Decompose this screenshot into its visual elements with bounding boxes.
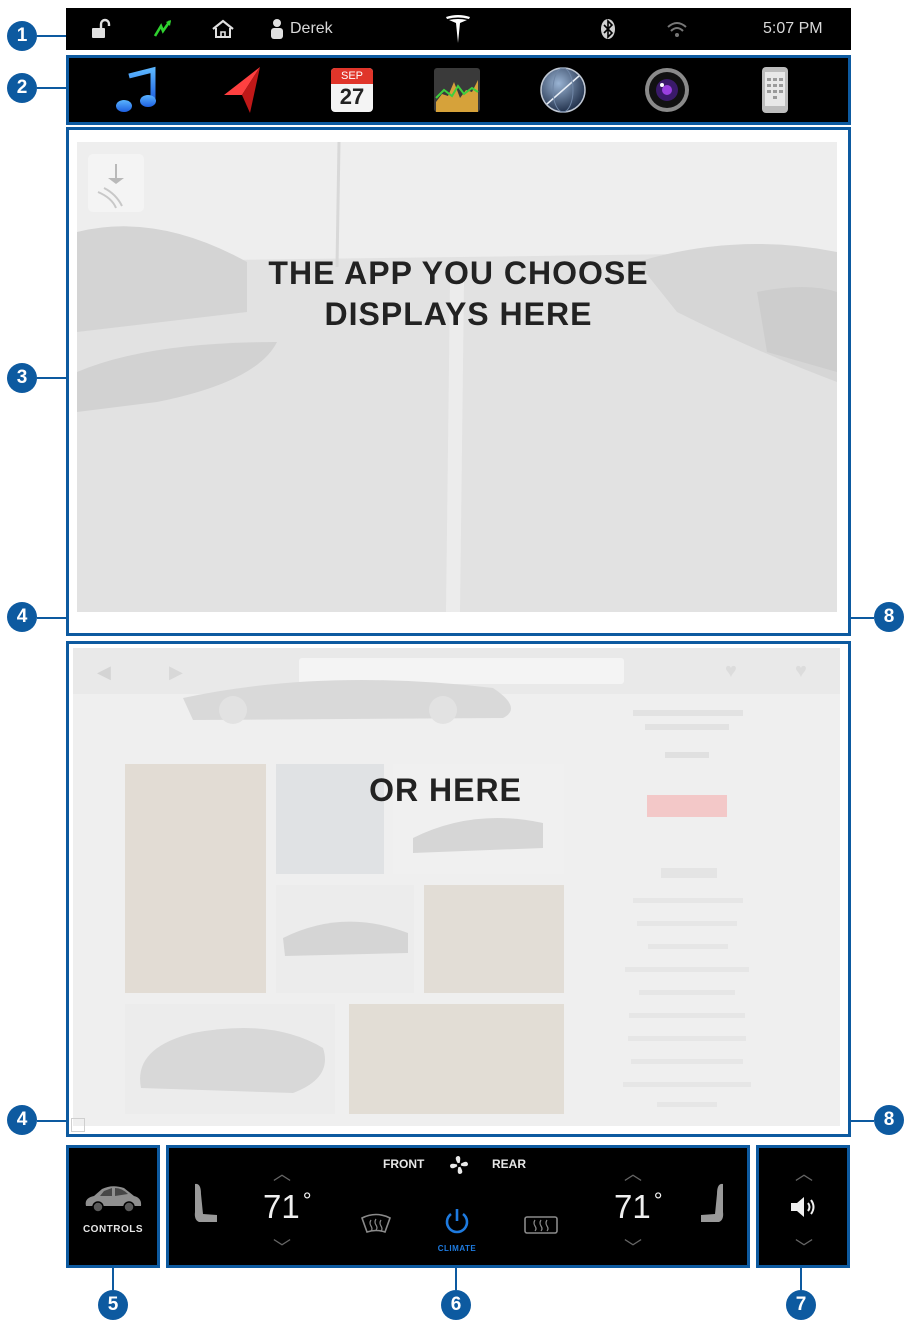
climate-power-button[interactable]: [442, 1206, 472, 1236]
volume-down-button[interactable]: ﹀: [795, 1234, 813, 1260]
resize-handle-right[interactable]: [834, 1120, 846, 1132]
upper-panel-caption-line2: DISPLAYS HERE: [324, 296, 593, 332]
callout-4-upper: 4: [7, 602, 37, 632]
callout-3: 3: [7, 363, 37, 393]
rear-defrost-icon: [524, 1216, 558, 1234]
callout-8-upper: 8: [874, 602, 904, 632]
speaker-icon: [791, 1197, 815, 1217]
phone-icon: [762, 67, 788, 113]
passenger-temp-degree: °: [653, 1188, 663, 1213]
front-label: FRONT: [383, 1157, 425, 1171]
driver-temp-degree: °: [302, 1188, 312, 1213]
phone-app[interactable]: [747, 64, 803, 116]
front-defrost-icon: [361, 1213, 391, 1234]
web-browser-app[interactable]: [535, 64, 591, 116]
resize-handle-left[interactable]: [69, 619, 83, 633]
camera-lens-icon: [645, 68, 689, 112]
driver-temp-value: 71: [263, 1188, 300, 1225]
camera-app[interactable]: [639, 64, 695, 116]
fan-icon: [450, 1156, 468, 1174]
passenger-temp-down-button[interactable]: ﹀: [624, 1234, 642, 1260]
status-bar: Derek 5:07 PM: [66, 8, 851, 50]
calendar-day: 27: [339, 84, 365, 109]
callout-4-lower: 4: [7, 1105, 37, 1135]
seat-icon: [194, 1183, 217, 1222]
callout-6: 6: [441, 1290, 471, 1320]
unlock-icon[interactable]: [90, 8, 112, 50]
charging-icon: [152, 8, 174, 50]
resize-handle-right[interactable]: [834, 619, 848, 633]
driver-temp-up-button[interactable]: ︿: [273, 1160, 291, 1186]
callout-2: 2: [7, 73, 37, 103]
calendar-app[interactable]: SEP 27: [324, 64, 380, 116]
passenger-temp-display[interactable]: 71 °: [614, 1188, 663, 1226]
controls-button[interactable]: CONTROLS: [66, 1145, 160, 1268]
climate-control-bar: FRONT REAR ︿ 71 ° ﹀ CLIMATE ︿ 71 ° ﹀: [166, 1145, 750, 1268]
resize-handle-left[interactable]: [71, 1118, 85, 1132]
navigation-arrow-icon: [224, 67, 260, 113]
lower-app-window[interactable]: ◀ ▶ ♥ ♥ OR HERE: [66, 641, 851, 1137]
camera-view-background: [77, 142, 837, 612]
fan-button[interactable]: [449, 1155, 469, 1175]
upper-panel-caption-line1: THE APP YOU CHOOSE: [268, 255, 649, 291]
energy-app[interactable]: [429, 64, 485, 116]
volume-control: ︿ ﹀: [756, 1145, 850, 1268]
passenger-temp-value: 71: [614, 1188, 651, 1225]
user-name: Derek: [290, 20, 333, 37]
callout-1: 1: [7, 21, 37, 51]
media-player-app[interactable]: [109, 64, 165, 116]
wifi-icon: [666, 8, 688, 50]
volume-up-button[interactable]: ︿: [795, 1160, 813, 1186]
energy-graph-icon: [434, 68, 480, 112]
callout-8-lower: 8: [874, 1105, 904, 1135]
upper-app-window[interactable]: THE APP YOU CHOOSE DISPLAYS HERE: [66, 127, 851, 636]
calendar-icon: SEP 27: [331, 68, 373, 112]
car-icon: [85, 1186, 142, 1213]
music-note-icon: [116, 66, 156, 112]
rear-defrost-button[interactable]: [523, 1214, 559, 1236]
callout-2-leader: [37, 87, 66, 89]
parking-lot-scene: [77, 142, 837, 612]
callout-1-leader: [37, 35, 66, 37]
bluetooth-icon: [600, 8, 616, 50]
seat-icon: [701, 1183, 724, 1222]
callout-7: 7: [786, 1290, 816, 1320]
driver-temp-down-button[interactable]: ﹀: [273, 1234, 291, 1260]
driver-profile-icon: [271, 19, 283, 39]
passenger-temp-up-button[interactable]: ︿: [624, 1160, 642, 1186]
climate-label: CLIMATE: [437, 1244, 477, 1253]
power-icon: [445, 1209, 469, 1234]
driver-temp-display[interactable]: 71 °: [263, 1188, 312, 1226]
front-defrost-button[interactable]: [359, 1212, 393, 1236]
tesla-logo[interactable]: [445, 8, 471, 50]
driver-seat-heater-button[interactable]: [191, 1182, 219, 1224]
web-page-content: [125, 680, 751, 1114]
browser-view-background: ◀ ▶ ♥ ♥: [73, 648, 840, 1126]
passenger-seat-heater-button[interactable]: [699, 1182, 727, 1224]
navigation-app[interactable]: [214, 64, 270, 116]
rear-label: REAR: [492, 1157, 527, 1171]
rearview-camera-button[interactable]: [88, 154, 144, 212]
calendar-month: SEP: [331, 68, 373, 84]
app-launcher-bar: SEP 27: [66, 55, 851, 125]
camera-sensor-icon: [97, 164, 124, 209]
lower-panel-caption: OR HERE: [369, 772, 522, 808]
clock: 5:07 PM: [763, 20, 823, 37]
homelink-icon[interactable]: [210, 8, 236, 50]
driver-profile[interactable]: Derek: [270, 8, 333, 50]
globe-icon: [540, 67, 586, 113]
controls-label: CONTROLS: [82, 1224, 144, 1235]
callout-5: 5: [98, 1290, 128, 1320]
mute-button[interactable]: [789, 1196, 819, 1218]
